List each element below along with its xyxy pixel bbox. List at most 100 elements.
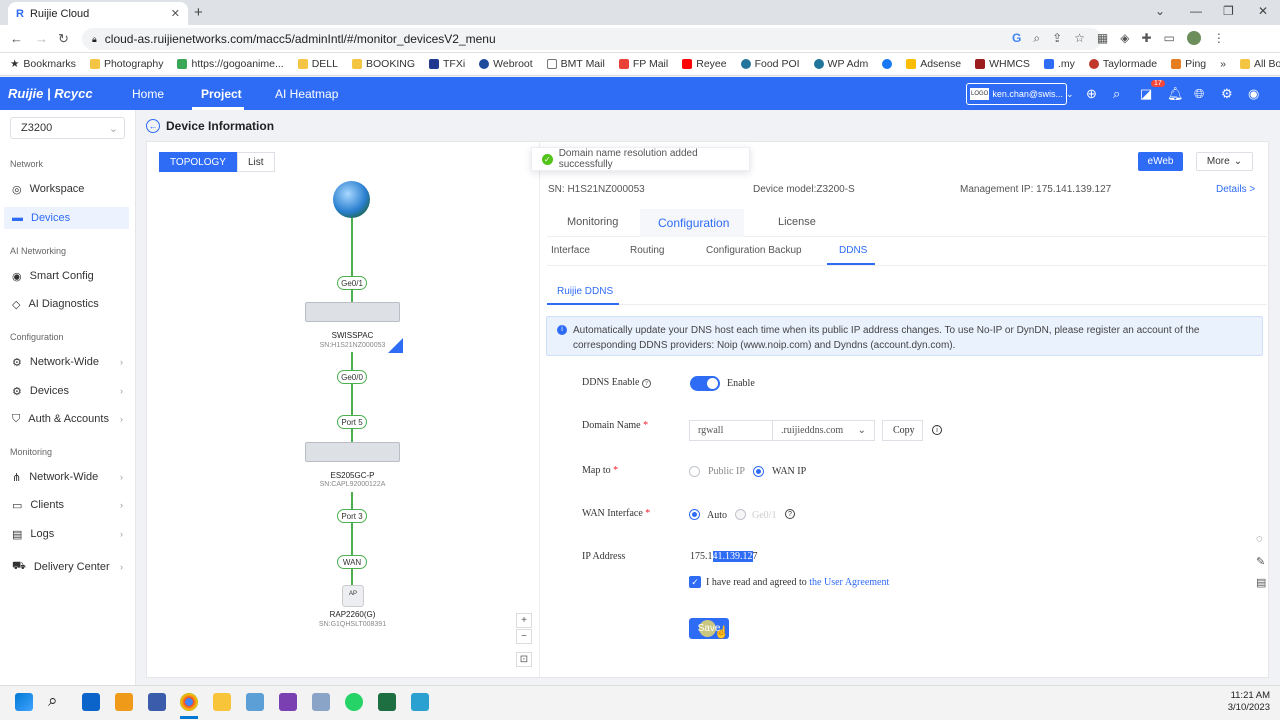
bookmark-item[interactable]: Photography bbox=[89, 58, 163, 70]
whatsapp-icon[interactable] bbox=[345, 693, 363, 711]
user-agreement-link[interactable]: the User Agreement bbox=[809, 577, 889, 588]
project-select[interactable]: Z3200 ⌄ bbox=[10, 117, 125, 139]
auto-radio[interactable] bbox=[689, 509, 700, 520]
back-icon[interactable]: ← bbox=[10, 31, 23, 46]
tab-monitoring[interactable]: Monitoring bbox=[567, 216, 618, 228]
minimize-icon[interactable]: — bbox=[1190, 4, 1202, 18]
bookmark-item[interactable]: Ping bbox=[1171, 58, 1206, 70]
notes-icon[interactable]: ▤ bbox=[1256, 576, 1266, 589]
bookmark-item[interactable]: Taylormade bbox=[1088, 58, 1157, 70]
sidebar-item-clients[interactable]: ▭ Clients › bbox=[4, 494, 129, 516]
sidebar-item-ai-diagnostics[interactable]: ◇ AI Diagnostics bbox=[4, 293, 129, 315]
gateway-device-icon[interactable] bbox=[305, 302, 400, 322]
back-arrow-icon[interactable]: ← bbox=[146, 119, 160, 133]
subtab-routing[interactable]: Routing bbox=[630, 245, 664, 256]
bell-icon[interactable]: 🔔︎ bbox=[1167, 86, 1184, 102]
bookmark-item[interactable]: FP Mail bbox=[618, 58, 668, 70]
shield-extension-icon[interactable]: ◈ bbox=[1120, 31, 1129, 46]
profile-avatar[interactable] bbox=[1186, 31, 1201, 45]
tab-list[interactable]: List bbox=[236, 152, 275, 172]
sidebar-item-smart-config[interactable]: ◉ Smart Config bbox=[4, 265, 129, 287]
zoom-out-button[interactable]: − bbox=[516, 629, 532, 644]
bookmark-item[interactable]: WP Adm bbox=[813, 58, 868, 70]
help-icon[interactable]: ? bbox=[785, 509, 795, 519]
sidebar-item-devices[interactable]: ▬ Devices bbox=[4, 207, 129, 229]
all-bookmarks[interactable]: All Bookmarks bbox=[1239, 58, 1280, 70]
ap-device-icon[interactable]: AP bbox=[342, 585, 364, 607]
sidebar-item-devices-config[interactable]: ⚙ Devices › bbox=[4, 380, 129, 402]
sidebar-item-workspace[interactable]: ◎ Workspace bbox=[4, 178, 129, 200]
google-icon[interactable]: G bbox=[1012, 31, 1021, 46]
more-button[interactable]: More ⌄ bbox=[1196, 152, 1253, 171]
tab-topology[interactable]: TOPOLOGY bbox=[159, 152, 237, 172]
close-tab-icon[interactable]: ✕ bbox=[171, 7, 180, 20]
share-icon[interactable]: ⇪ bbox=[1052, 31, 1062, 46]
search-icon[interactable]: ⌕ bbox=[1113, 86, 1120, 102]
zoom-in-button[interactable]: + bbox=[516, 613, 532, 628]
switch-device-icon[interactable] bbox=[305, 442, 400, 462]
reset-view-icon[interactable]: ⊡ bbox=[516, 652, 532, 667]
maximize-icon[interactable]: ❐ bbox=[1223, 4, 1234, 18]
subtab-interface[interactable]: Interface bbox=[551, 245, 590, 256]
puzzle-icon[interactable]: ✚ bbox=[1141, 31, 1151, 46]
tab-configuration[interactable]: Configuration bbox=[658, 216, 729, 230]
app-icon[interactable] bbox=[246, 693, 264, 711]
subtab-configuration-backup[interactable]: Configuration Backup bbox=[706, 245, 802, 256]
reload-icon[interactable]: ↻ bbox=[58, 31, 69, 47]
bookmark-item[interactable]: Food POI bbox=[740, 58, 800, 70]
bookmark-item[interactable]: BMT Mail bbox=[546, 58, 605, 70]
add-icon[interactable]: ⊕ bbox=[1086, 86, 1097, 102]
excel-icon[interactable] bbox=[378, 693, 396, 711]
sidebar-item-network-wide-config[interactable]: ⚙ Network-Wide › bbox=[4, 351, 129, 373]
new-tab-icon[interactable]: + bbox=[194, 4, 203, 21]
notepad-icon[interactable] bbox=[411, 693, 429, 711]
app-icon[interactable] bbox=[115, 693, 133, 711]
taskbar-search-icon[interactable]: ⌕ bbox=[48, 691, 58, 711]
bookmark-item[interactable]: TFXi bbox=[429, 58, 465, 70]
account-dropdown[interactable]: LOGO ken.chan@swis... ⌄ bbox=[966, 83, 1074, 105]
details-link[interactable]: Details > bbox=[1216, 184, 1255, 195]
url-field[interactable]: 🔒︎ cloud-as.ruijienetworks.com/macc5/adm… bbox=[82, 28, 1102, 50]
agreement-checkbox[interactable]: ✓ bbox=[689, 576, 701, 588]
provider-tab-ruijie-ddns[interactable]: Ruijie DDNS bbox=[557, 286, 613, 297]
copy-button[interactable]: Copy bbox=[882, 420, 923, 441]
bookmark-item[interactable]: BOOKING bbox=[351, 58, 415, 70]
gear-icon[interactable]: ⚙ bbox=[1221, 86, 1233, 102]
chrome-icon[interactable] bbox=[180, 693, 198, 711]
bookmark-item[interactable]: .my bbox=[1043, 58, 1075, 70]
info-icon[interactable]: i bbox=[932, 425, 942, 435]
chat-icon[interactable]: ◌ bbox=[1256, 533, 1263, 545]
app-icon[interactable] bbox=[148, 693, 166, 711]
nav-project[interactable]: Project bbox=[201, 87, 242, 101]
app-icon[interactable] bbox=[312, 693, 330, 711]
eweb-button[interactable]: eWeb bbox=[1138, 152, 1183, 171]
windows-start-icon[interactable] bbox=[15, 693, 33, 711]
chrome-menu-icon[interactable]: ⋮ bbox=[1213, 31, 1225, 46]
bookmark-item[interactable]: ★ Bookmarks bbox=[10, 58, 76, 70]
forward-icon[interactable]: → bbox=[35, 31, 48, 46]
bookmark-item[interactable]: WHMCS bbox=[975, 58, 1030, 70]
user-icon[interactable]: ◉ bbox=[1248, 86, 1259, 102]
bookmark-item[interactable]: Webroot bbox=[479, 58, 533, 70]
nav-home[interactable]: Home bbox=[132, 87, 164, 101]
bookmark-item[interactable] bbox=[882, 59, 893, 69]
sidebar-item-network-wide-monitoring[interactable]: ⋔ Network-Wide › bbox=[4, 466, 129, 488]
sidebar-item-delivery-center[interactable]: ⛟ Delivery Center › bbox=[4, 556, 129, 578]
sidebar-item-logs[interactable]: ▤ Logs › bbox=[4, 523, 129, 545]
sidebar-item-auth-accounts[interactable]: ⛉ Auth & Accounts › bbox=[4, 408, 129, 430]
feedback-icon[interactable]: ✎ bbox=[1256, 555, 1265, 568]
tab-search-icon[interactable]: ⌄ bbox=[1155, 4, 1165, 18]
domain-name-input[interactable]: rgwall bbox=[689, 420, 773, 441]
window-close-icon[interactable]: ✕ bbox=[1258, 4, 1268, 18]
tab-license[interactable]: License bbox=[778, 216, 816, 228]
sidepanel-icon[interactable]: ▭ bbox=[1164, 31, 1175, 46]
ddns-enable-toggle[interactable] bbox=[690, 376, 720, 391]
message-icon[interactable]: ◪ bbox=[1140, 86, 1152, 102]
nav-ai-heatmap[interactable]: AI Heatmap bbox=[275, 87, 338, 101]
wan-ip-radio[interactable] bbox=[753, 466, 764, 477]
bookmark-item[interactable]: Adsense bbox=[906, 58, 961, 70]
zoom-icon[interactable]: ⌕ bbox=[1033, 31, 1040, 46]
bookmark-item[interactable]: Reyee bbox=[682, 58, 727, 70]
globe-icon[interactable]: 🌐︎ bbox=[1194, 86, 1204, 102]
app-icon[interactable] bbox=[279, 693, 297, 711]
